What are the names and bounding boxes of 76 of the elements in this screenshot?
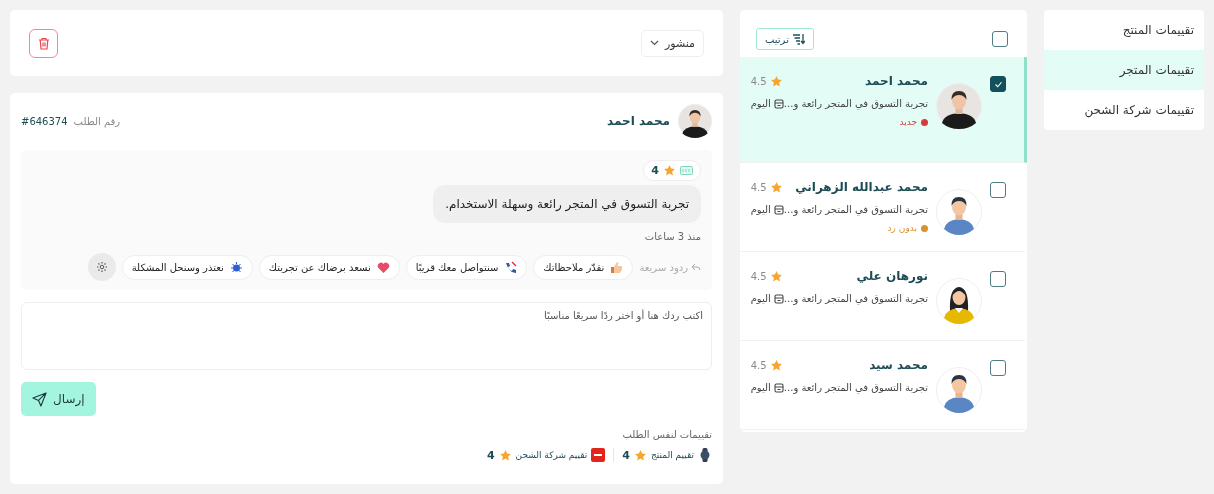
review-date: اليوم	[750, 98, 771, 109]
status-label: جديد	[899, 117, 917, 127]
sidebar-item[interactable]: تقييمات المتجر	[1044, 50, 1204, 90]
thumb-icon	[610, 260, 624, 274]
settings-icon	[95, 261, 108, 273]
star-icon	[769, 180, 783, 194]
chevron-down-icon	[649, 40, 659, 46]
select-all-checkbox[interactable]	[992, 31, 1008, 47]
checkmark-icon	[993, 79, 1003, 89]
calendar-icon	[773, 98, 784, 109]
star-icon	[769, 269, 783, 283]
star-icon	[498, 448, 512, 462]
avatar	[936, 278, 982, 324]
order-number: #646374	[21, 115, 68, 127]
order-label: رقم الطلب	[73, 115, 121, 127]
bug-icon	[229, 260, 243, 274]
rating-value: 4.5	[750, 181, 767, 193]
review-snippet: تجربة التسوق في المتجر رائعة و...	[783, 382, 928, 393]
quick-reply-chip[interactable]: نسعد برضاك عن تجربتك	[258, 254, 400, 280]
review-date: اليوم	[750, 204, 771, 215]
related-review-label: تقييم المنتج	[650, 450, 694, 460]
settings-button[interactable]	[87, 253, 116, 281]
review-snippet: تجربة التسوق في المتجر رائعة و...	[783, 98, 928, 109]
star-icon	[769, 74, 783, 88]
reviewer-name: نورهان علي	[856, 269, 928, 283]
review-date: اليوم	[750, 382, 771, 393]
watch-icon	[698, 448, 712, 462]
row-checkbox[interactable]	[990, 360, 1006, 376]
avatar	[936, 189, 982, 235]
sort-button[interactable]: ترتيب	[756, 28, 814, 50]
store-icon	[680, 166, 693, 175]
reviewer-name: محمد سيد	[869, 358, 928, 372]
review-message: تجربة التسوق في المتجر رائعة وسهلة الاستخدام.	[433, 185, 701, 223]
related-reviews-title: تقييمات لنفس الطلب	[621, 429, 712, 440]
send-icon	[32, 391, 47, 407]
row-checkbox[interactable]	[990, 76, 1006, 92]
star-icon	[769, 358, 783, 372]
send-button[interactable]: إرسال	[21, 382, 96, 416]
sort-icon	[791, 33, 805, 45]
rating-value: 4.5	[750, 270, 767, 282]
rating-badge: 4	[643, 160, 701, 181]
message-time: منذ 3 ساعات	[644, 231, 701, 242]
phone-icon	[504, 260, 518, 274]
calendar-icon	[773, 293, 784, 304]
reply-icon	[691, 263, 701, 271]
quick-reply-chip[interactable]: نعتذر وسنحل المشكلة	[121, 254, 253, 280]
avatar	[936, 83, 982, 129]
quick-reply-chip[interactable]: سنتواصل معك قريبًا	[405, 254, 528, 280]
related-review-label: تقييم شركة الشحن	[515, 450, 588, 460]
trash-icon	[37, 36, 50, 50]
review-snippet: تجربة التسوق في المتجر رائعة و...	[783, 293, 928, 304]
status-label: بدون رد	[887, 223, 917, 233]
review-snippet: تجربة التسوق في المتجر رائعة و...	[783, 204, 928, 215]
customer-name: محمد احمد	[607, 114, 670, 128]
rating-value: 4.5	[750, 359, 767, 371]
related-rating: 4	[486, 448, 495, 462]
star-icon	[633, 448, 647, 462]
row-checkbox[interactable]	[990, 271, 1006, 287]
avatar	[936, 367, 982, 413]
related-rating: 4	[622, 448, 630, 462]
delete-button[interactable]	[29, 28, 58, 58]
calendar-icon	[773, 204, 784, 215]
quick-reply-chip[interactable]: نقدّر ملاحظاتك	[533, 254, 634, 280]
avatar	[678, 104, 712, 138]
status-dropdown[interactable]: منشور	[640, 29, 704, 57]
reviewer-name: محمد احمد	[865, 74, 928, 88]
reviewer-name: محمد عبدالله الزهراني	[795, 180, 928, 194]
rating-value: 4.5	[750, 75, 767, 87]
review-date: اليوم	[750, 293, 771, 304]
heart-icon	[376, 260, 390, 274]
star-icon	[663, 164, 676, 177]
row-checkbox[interactable]	[990, 182, 1006, 198]
reply-field[interactable]: اكتب ردك هنا أو اختر ردًا سريعًا مناسبًا	[21, 302, 712, 370]
quick-replies-label: ردود سريعة	[639, 261, 701, 273]
shipping-logo-icon	[591, 448, 606, 462]
calendar-icon	[773, 382, 784, 393]
